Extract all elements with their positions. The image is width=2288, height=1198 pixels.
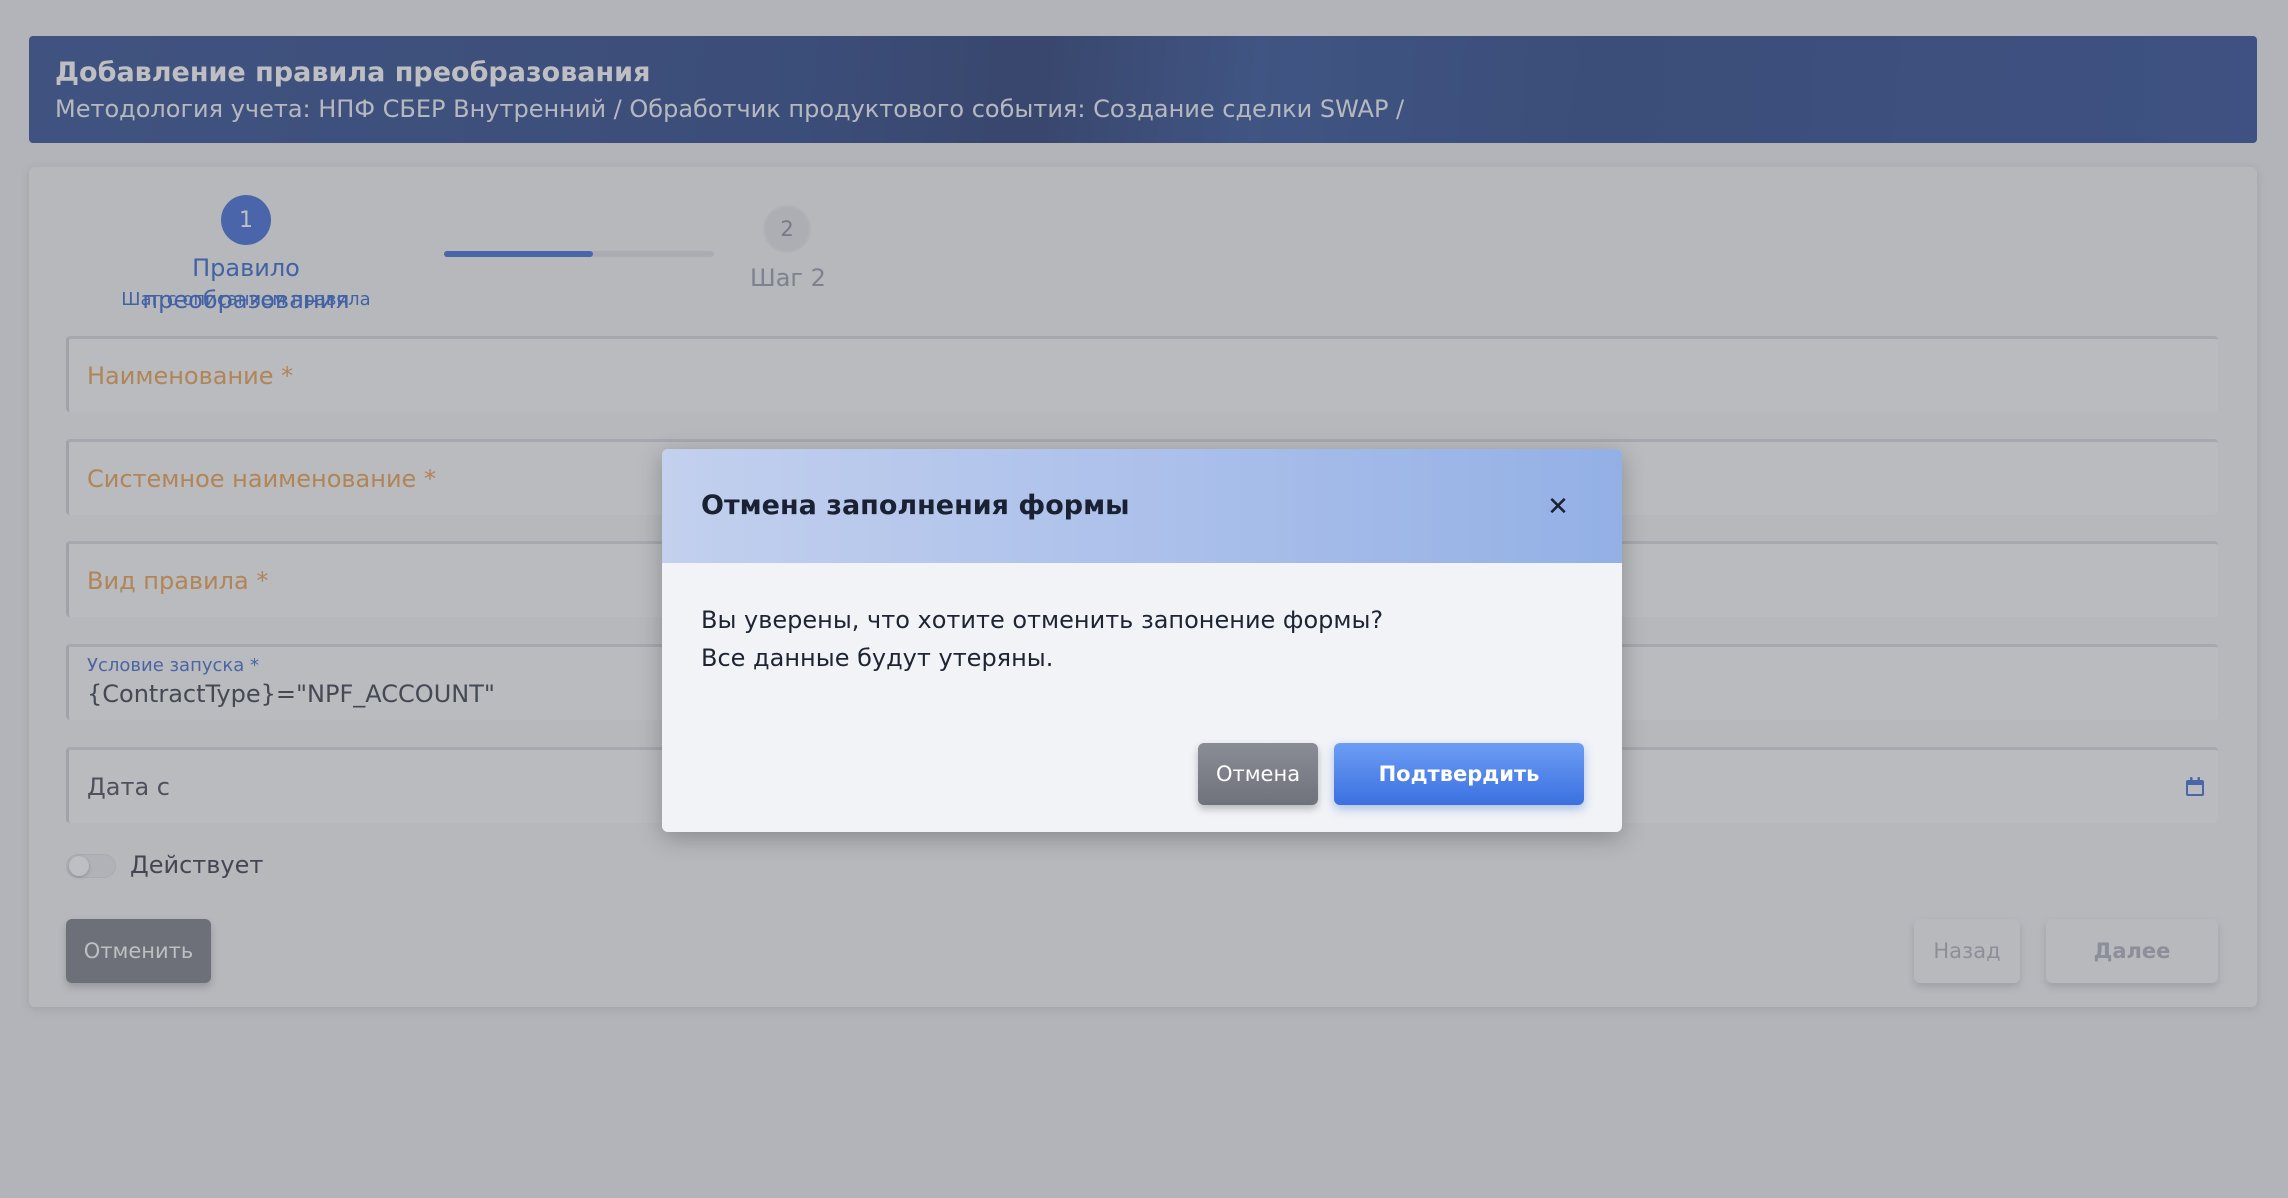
dialog-title: Отмена заполнения формы: [701, 490, 1130, 521]
close-icon[interactable]: ✕: [1542, 491, 1574, 523]
dialog-confirm-button[interactable]: Подтвердить: [1334, 743, 1584, 805]
dialog-message: Вы уверены, что хотите отменить запонени…: [701, 601, 1383, 677]
dialog-cancel-button[interactable]: Отмена: [1198, 743, 1318, 805]
dialog-message-line-1: Вы уверены, что хотите отменить запонени…: [701, 606, 1384, 634]
dialog-header: Отмена заполнения формы ✕: [662, 449, 1622, 563]
dialog-message-line-2: Все данные будут утеряны.: [701, 644, 1054, 672]
cancel-confirm-dialog: Отмена заполнения формы ✕ Вы уверены, чт…: [662, 449, 1622, 832]
